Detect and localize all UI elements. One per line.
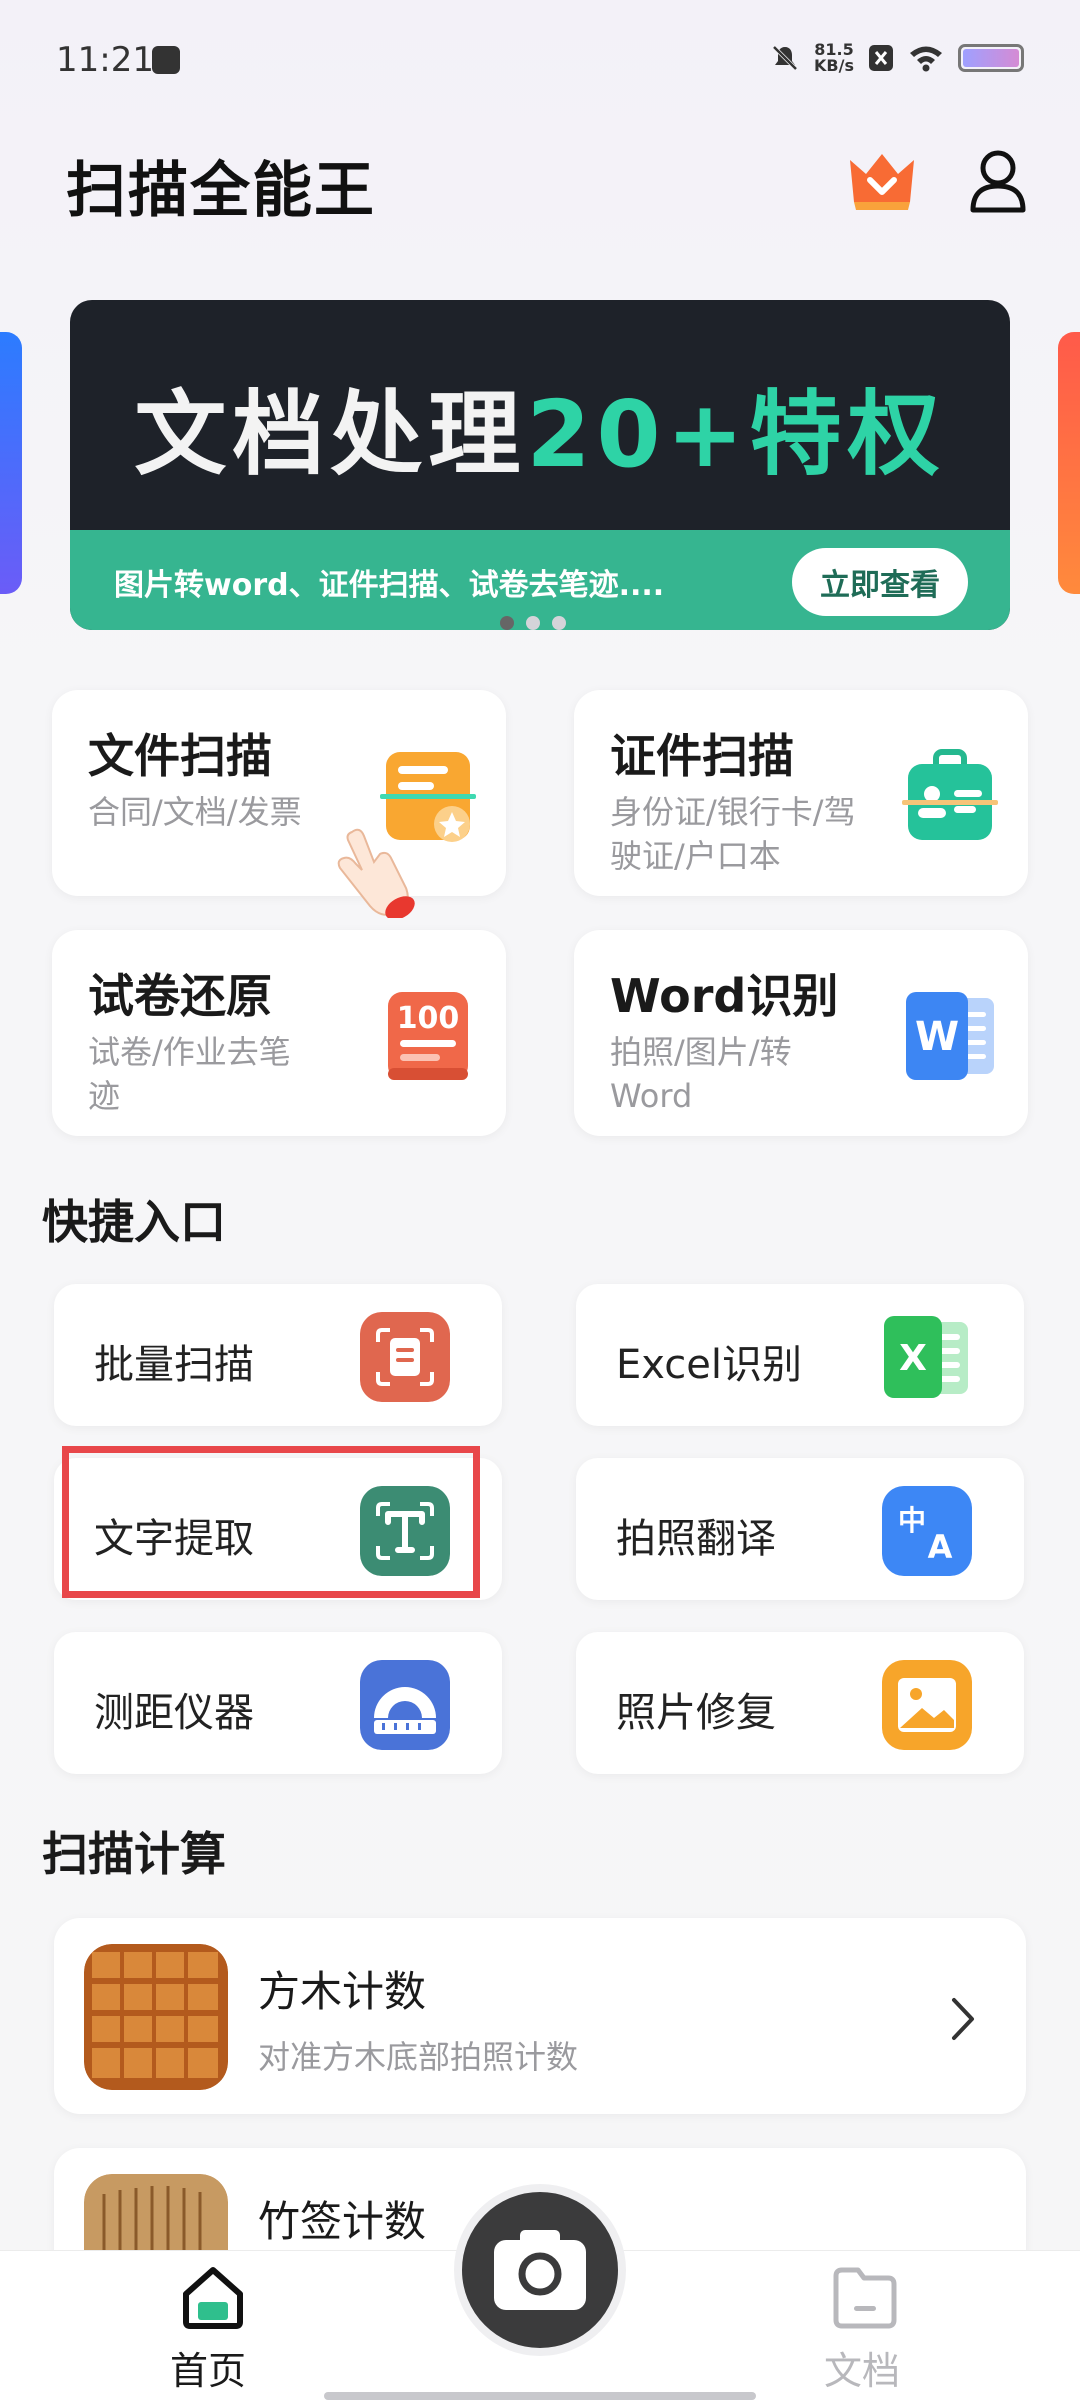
pagination-dot <box>552 616 566 630</box>
ruler-icon <box>360 1660 450 1750</box>
banner-subtitle: 图片转word、证件扫描、试卷去笔迹.... <box>114 568 665 603</box>
mute-icon <box>772 45 798 71</box>
camera-icon <box>494 2230 586 2310</box>
translate-icon: 中 A <box>882 1486 972 1576</box>
banner-title-highlight: 20+特权 <box>526 381 946 488</box>
nav-home-label[interactable]: 首页 <box>170 2340 246 2395</box>
timber-thumbnail <box>84 1944 228 2090</box>
nav-docs-label[interactable]: 文档 <box>824 2340 900 2395</box>
id-card-scan-icon <box>902 749 998 840</box>
svg-text:X: X <box>899 1338 927 1379</box>
quick-entry-label: Excel识别 <box>616 1342 802 1388</box>
excel-icon: X <box>884 1316 968 1398</box>
speed-unit: KB/s <box>814 56 854 75</box>
highlight-box <box>62 1446 480 1598</box>
quick-entry-label: 拍照翻译 <box>616 1516 776 1562</box>
feature-card-word-recognize[interactable]: Word识别 拍照/图片/转Word W <box>574 930 1028 1136</box>
feature-subtitle: 试卷/作业去笔迹 <box>88 1033 291 1115</box>
banner-next-peek[interactable] <box>1058 332 1080 594</box>
camera-button[interactable] <box>454 2184 626 2356</box>
quick-entry-excel[interactable]: Excel识别 X <box>576 1284 1024 1426</box>
exam-paper-icon: 100 <box>388 992 468 1080</box>
chevron-right-icon <box>952 1998 974 2040</box>
quick-entry-batch-scan[interactable]: 批量扫描 <box>54 1284 502 1426</box>
feature-title: 证件扫描 <box>610 729 794 783</box>
calc-item-title: 方木计数 <box>258 1967 427 2016</box>
banner-title-main: 文档处理 <box>134 381 527 488</box>
quick-entry-photo-repair[interactable]: 照片修复 <box>576 1632 1024 1774</box>
quick-entry-rangefinder[interactable]: 测距仪器 <box>54 1632 502 1774</box>
quick-entry-heading: 快捷入口 <box>42 1195 226 1249</box>
vip-crown-icon[interactable] <box>846 150 918 212</box>
banner-prev-peek[interactable] <box>0 332 22 594</box>
sim-icon <box>869 45 893 71</box>
tap-hand-icon <box>337 828 415 918</box>
feature-card-id-scan[interactable]: 证件扫描 身份证/银行卡/驾驶证/户口本 <box>574 690 1028 896</box>
word-icon: W <box>906 992 994 1080</box>
promo-banner[interactable]: 文档处理20+特权 图片转word、证件扫描、试卷去笔迹.... 立即查看 <box>70 300 1010 630</box>
feature-card-doc-scan[interactable]: 文件扫描 合同/文档/发票 <box>52 690 506 918</box>
feature-title: 试卷还原 <box>88 969 272 1023</box>
batch-scan-icon <box>360 1312 450 1402</box>
feature-title: Word识别 <box>610 969 839 1023</box>
status-time: 11:21 <box>56 40 154 80</box>
svg-text:A: A <box>928 1528 953 1566</box>
pagination-dot <box>500 616 514 630</box>
quick-entry-label: 照片修复 <box>616 1690 776 1736</box>
banner-pagination <box>500 616 566 630</box>
calc-item-subtitle: 对准方木底部拍照计数 <box>258 2038 579 2076</box>
feature-card-exam-restore[interactable]: 试卷还原 试卷/作业去笔迹 100 <box>52 930 506 1136</box>
wifi-icon <box>910 46 942 72</box>
quick-entry-label: 测距仪器 <box>94 1690 254 1736</box>
status-icons: 81.5 KB/s <box>770 42 1024 74</box>
svg-text:W: W <box>915 1014 959 1060</box>
folder-icon[interactable] <box>830 2262 900 2332</box>
banner-title: 文档处理20+特权 <box>70 360 1010 493</box>
home-indicator <box>324 2392 756 2400</box>
network-speed: 81.5 KB/s <box>814 42 854 74</box>
calc-item-timber-count[interactable]: 方木计数 对准方木底部拍照计数 <box>54 1918 1026 2114</box>
svg-text:100: 100 <box>397 1001 460 1036</box>
user-profile-icon[interactable] <box>968 148 1028 214</box>
notification-icon <box>152 46 180 74</box>
quick-entry-label: 批量扫描 <box>94 1342 254 1388</box>
scan-calc-heading: 扫描计算 <box>42 1827 226 1881</box>
feature-title: 文件扫描 <box>88 729 272 783</box>
app-title: 扫描全能王 <box>66 156 376 226</box>
home-icon[interactable] <box>178 2262 248 2332</box>
battery-icon <box>958 44 1024 72</box>
svg-text:中: 中 <box>898 1504 926 1537</box>
photo-repair-icon <box>882 1660 972 1750</box>
feature-subtitle: 拍照/图片/转Word <box>610 1033 792 1115</box>
pagination-dot <box>526 616 540 630</box>
feature-subtitle: 身份证/银行卡/驾驶证/户口本 <box>610 793 856 875</box>
feature-subtitle: 合同/文档/发票 <box>88 793 302 831</box>
quick-entry-photo-translate[interactable]: 拍照翻译 中 A <box>576 1458 1024 1600</box>
banner-view-button[interactable]: 立即查看 <box>792 548 968 616</box>
calc-item-title: 竹签计数 <box>258 2197 427 2246</box>
banner-strip: 图片转word、证件扫描、试卷去笔迹.... 立即查看 <box>70 530 1010 630</box>
